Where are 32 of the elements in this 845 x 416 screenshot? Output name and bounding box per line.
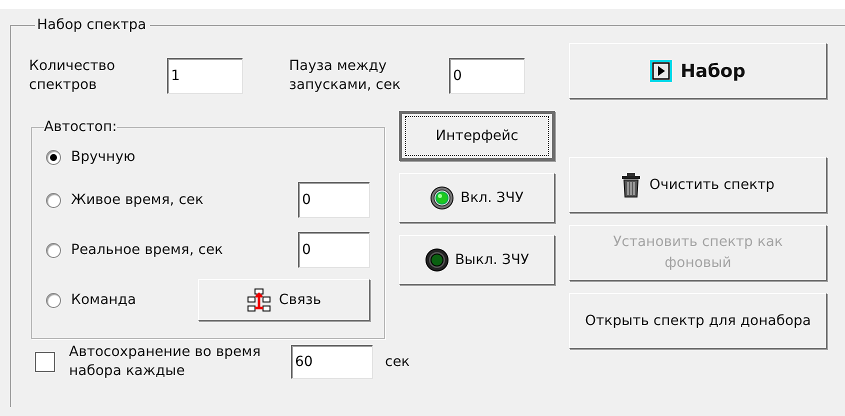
checkbox[interactable]: [35, 352, 55, 372]
lamp-off-icon: [424, 248, 449, 272]
lamp-on-icon: [430, 186, 454, 210]
input-field[interactable]: 60: [291, 345, 373, 379]
start-button[interactable]: Набор: [569, 43, 827, 99]
unit-label: сек: [385, 352, 410, 372]
group-title: Набор спектра: [36, 17, 148, 33]
radio-label[interactable]: Реальное время, сек: [71, 242, 224, 258]
device-button[interactable]: Интерфейс: [399, 111, 555, 161]
spectrum-button[interactable]: Очистить спектр: [569, 157, 827, 213]
input-field[interactable]: 0: [449, 58, 525, 94]
radio-button[interactable]: [46, 150, 61, 164]
radio-button[interactable]: [46, 292, 61, 308]
device-button[interactable]: Вкл. ЗЧУ: [399, 173, 555, 223]
link-button[interactable]: Связь: [198, 279, 370, 321]
device-button[interactable]: Выкл. ЗЧУ: [399, 235, 555, 285]
radio-label[interactable]: Живое время, сек: [71, 192, 204, 208]
play-icon: [650, 60, 672, 82]
radio-button[interactable]: [46, 192, 61, 208]
group-title: Автостоп:: [44, 119, 117, 135]
radio-label[interactable]: Команда: [71, 292, 136, 308]
radio-button[interactable]: [46, 242, 61, 258]
field-label: Пауза между запусками, сек: [289, 57, 402, 95]
input-field[interactable]: 0: [298, 232, 370, 268]
input-field[interactable]: 1: [167, 58, 243, 94]
checkbox-label[interactable]: Автосохранение во время набора каждые: [69, 343, 269, 381]
spectrum-button[interactable]: Открыть спектр для донабора: [569, 293, 827, 349]
field-label: Количество спектров: [29, 57, 116, 95]
input-field[interactable]: 0: [298, 182, 370, 218]
radio-label[interactable]: Вручную: [71, 149, 136, 165]
trash-icon: [621, 172, 642, 198]
network-icon: [246, 288, 271, 312]
